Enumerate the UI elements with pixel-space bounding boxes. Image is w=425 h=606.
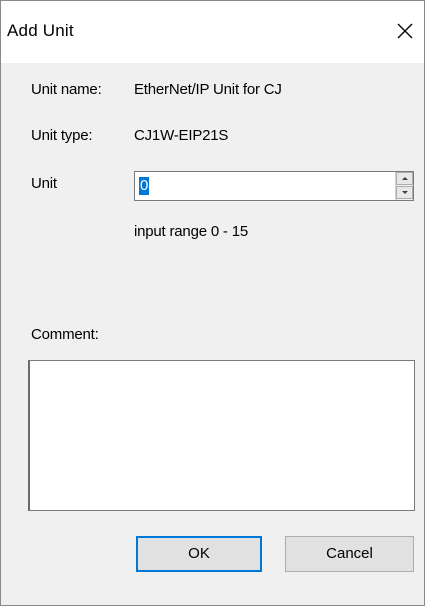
unit-number-stepper[interactable]: 0 [134, 171, 414, 201]
spin-down-arrow-icon [402, 191, 408, 194]
add-unit-dialog: Add Unit Unit name: EtherNet/IP Unit for… [0, 0, 425, 606]
comment-label: Comment: [31, 326, 99, 343]
spin-buttons [395, 172, 413, 200]
unit-name-value: EtherNet/IP Unit for CJ [134, 81, 282, 98]
spin-up-button[interactable] [396, 172, 413, 185]
dialog-title: Add Unit [7, 21, 74, 40]
spin-up-arrow-icon [402, 177, 408, 180]
unit-type-label: Unit type: [31, 127, 93, 144]
unit-number-value[interactable]: 0 [139, 177, 150, 195]
comment-field[interactable] [28, 360, 415, 511]
title-bar: Add Unit [1, 1, 424, 63]
unit-name-label: Unit name: [31, 81, 102, 98]
close-icon[interactable] [393, 19, 417, 43]
cancel-button[interactable]: Cancel [285, 536, 414, 572]
unit-range-hint: input range 0 - 15 [134, 223, 248, 240]
ok-button[interactable]: OK [136, 536, 262, 572]
unit-type-value: CJ1W-EIP21S [134, 127, 229, 144]
spin-down-button[interactable] [396, 186, 413, 199]
unit-number-label: Unit [31, 175, 57, 192]
